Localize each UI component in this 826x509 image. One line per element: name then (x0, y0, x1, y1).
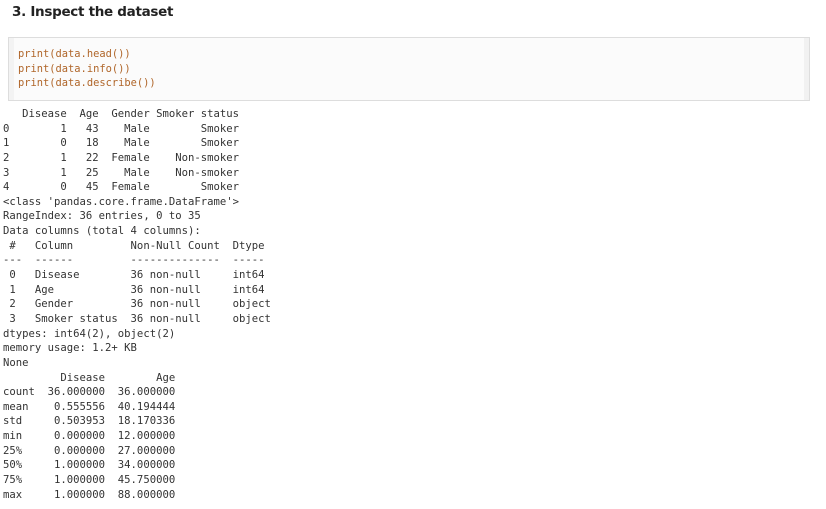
head-header: Disease Age Gender Smoker status (3, 108, 239, 120)
describe-row: 25% 0.000000 27.000000 (3, 444, 176, 457)
describe-header: Disease Age (3, 371, 176, 384)
describe-row: count 36.000000 36.000000 (3, 386, 176, 399)
code-cell[interactable]: print(data.head()) print(data.info()) prin… (8, 37, 810, 101)
describe-row: std 0.503953 18.170336 (3, 415, 176, 428)
head-row: 3 1 25 Male Non-smoker (3, 166, 239, 179)
info-return-value: None (3, 356, 29, 369)
code-line: print(data.info()) (18, 62, 131, 75)
describe-row: 50% 1.000000 34.000000 (3, 459, 176, 472)
info-table-separator: --- ------ -------------- ----- (3, 254, 271, 267)
cell-output: Disease Age Gender Smoker status 0 1 43 M… (3, 107, 271, 502)
code-editor[interactable]: print(data.head()) print(data.info()) prin… (18, 47, 156, 91)
code-line: print(data.describe()) (18, 77, 156, 90)
info-range-index: RangeIndex: 36 entries, 0 to 35 (3, 210, 201, 223)
head-row: 4 0 45 Female Smoker (3, 181, 239, 194)
info-row: 2 Gender 36 non-null object (3, 298, 271, 311)
info-row: 1 Age 36 non-null int64 (3, 283, 271, 296)
head-row: 2 1 22 Female Non-smoker (3, 151, 239, 164)
describe-row: mean 0.555556 40.194444 (3, 400, 176, 413)
code-cell-gutter (9, 38, 14, 100)
code-line: print(data.head()) (18, 48, 131, 60)
head-row: 1 0 18 Male Smoker (3, 137, 239, 150)
section-title: 3. Inspect the dataset (12, 4, 174, 20)
info-row: 3 Smoker status 36 non-null object (3, 312, 271, 325)
info-data-columns: Data columns (total 4 columns): (3, 225, 201, 238)
code-cell-scrollbar[interactable] (804, 38, 809, 100)
info-dtypes: dtypes: int64(2), object(2) (3, 327, 176, 340)
describe-row: 75% 1.000000 45.750000 (3, 474, 176, 487)
describe-row: min 0.000000 12.000000 (3, 430, 176, 443)
info-table-header: # Column Non-Null Count Dtype (3, 239, 271, 252)
describe-row: max 1.000000 88.000000 (3, 488, 176, 501)
info-class-line: <class 'pandas.core.frame.DataFrame'> (3, 195, 239, 208)
head-row: 0 1 43 Male Smoker (3, 122, 239, 135)
info-row: 0 Disease 36 non-null int64 (3, 269, 271, 282)
info-memory: memory usage: 1.2+ KB (3, 342, 137, 355)
